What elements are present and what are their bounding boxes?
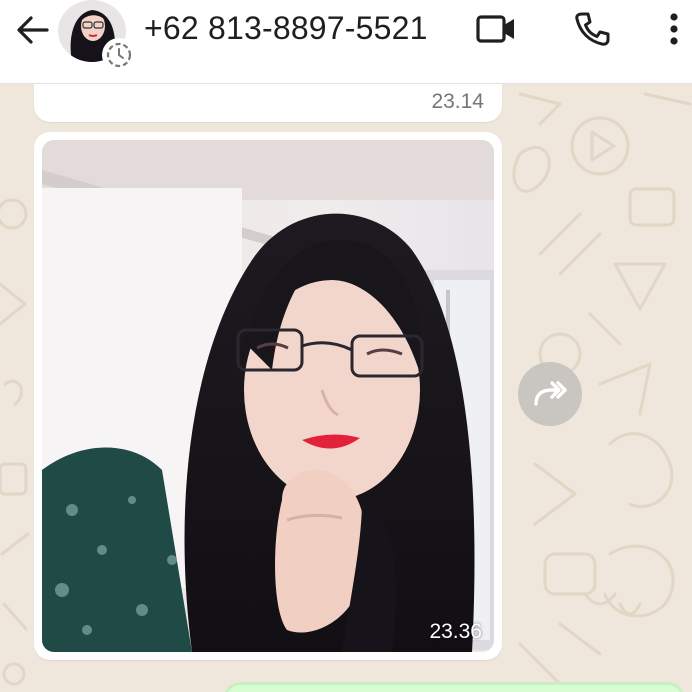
- contact-name[interactable]: +62 813-8897-5521: [144, 8, 428, 48]
- message-bubble-image[interactable]: 23.36: [34, 132, 502, 660]
- phone-icon: [575, 12, 610, 46]
- status-ring-icon: [102, 38, 136, 72]
- voice-call-button[interactable]: [570, 8, 614, 50]
- chat-area[interactable]: 23.14 23.36: [0, 84, 692, 692]
- message-bubble-text[interactable]: 23.14: [34, 84, 502, 122]
- video-call-icon: [476, 15, 514, 43]
- video-call-button[interactable]: [474, 8, 518, 50]
- message-bubble-outgoing[interactable]: [224, 682, 684, 692]
- chat-header: +62 813-8897-5521: [0, 0, 692, 84]
- forward-icon: [534, 381, 567, 406]
- back-button[interactable]: [12, 10, 54, 50]
- photo-message[interactable]: 23.36: [42, 140, 494, 652]
- message-time: 23.36: [429, 620, 482, 643]
- forward-button[interactable]: [518, 362, 582, 426]
- message-time: 23.14: [431, 90, 484, 113]
- arrow-left-icon: [17, 16, 49, 44]
- more-vertical-icon: [670, 13, 678, 45]
- menu-button[interactable]: [654, 8, 692, 50]
